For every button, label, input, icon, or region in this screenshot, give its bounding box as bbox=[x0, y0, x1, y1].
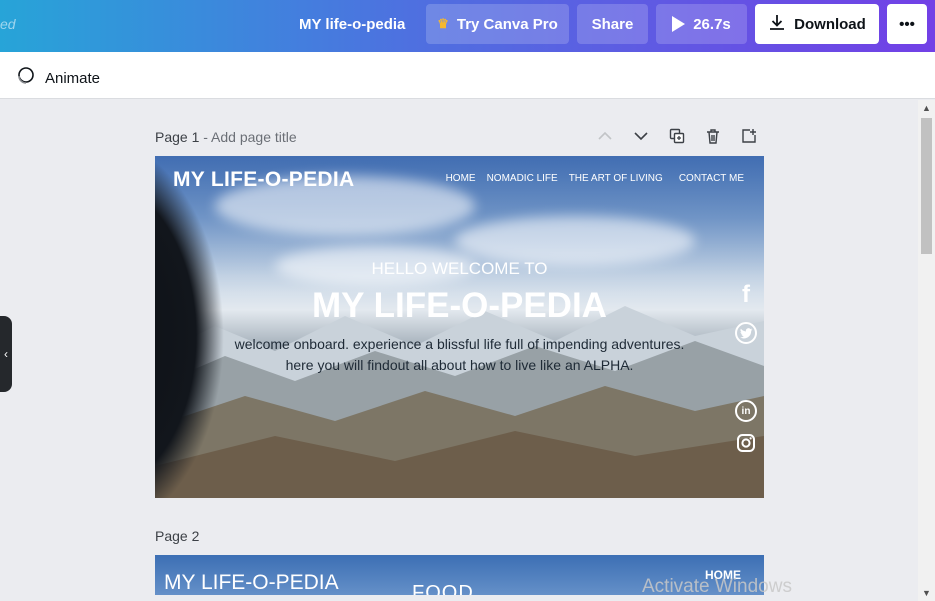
site-brand[interactable]: MY LIFE-O-PEDIA bbox=[173, 168, 354, 192]
facebook-icon[interactable]: f bbox=[735, 281, 757, 308]
page-2-header: Page 2 bbox=[155, 528, 199, 544]
page-title-input[interactable]: - Add page title bbox=[203, 129, 296, 145]
nav-art-of-living[interactable]: THE ART OF LIVING bbox=[569, 173, 663, 184]
share-button[interactable]: Share bbox=[577, 4, 648, 44]
hero-description-line: here you will findout all about how to l… bbox=[285, 357, 634, 373]
chevron-left-icon: ‹ bbox=[4, 347, 8, 361]
instagram-icon[interactable] bbox=[735, 432, 757, 454]
nav-contact-me[interactable]: CONTACT ME bbox=[679, 173, 744, 184]
present-button[interactable]: 26.7s bbox=[656, 4, 747, 44]
page-1-label: Page 1 bbox=[155, 129, 200, 145]
try-canva-pro-label: Try Canva Pro bbox=[456, 15, 558, 33]
animate-icon bbox=[15, 66, 35, 90]
nav-nomadic-life[interactable]: NOMADIC LIFE bbox=[487, 173, 558, 184]
site-nav: HOME NOMADIC LIFE THE ART OF LIVING CONT… bbox=[446, 173, 744, 184]
play-icon bbox=[672, 16, 686, 32]
download-icon bbox=[768, 13, 786, 35]
twitter-icon[interactable] bbox=[735, 322, 757, 344]
side-panel-toggle[interactable]: ‹ bbox=[0, 316, 12, 392]
linkedin-icon[interactable]: in bbox=[735, 400, 757, 422]
scroll-down-arrow-icon[interactable]: ▼ bbox=[918, 585, 935, 601]
scroll-up-arrow-icon[interactable]: ▲ bbox=[918, 100, 935, 116]
chevron-up-icon[interactable] bbox=[596, 127, 614, 145]
document-title[interactable]: MY life-o-pedia bbox=[299, 16, 405, 33]
more-icon: ••• bbox=[899, 15, 915, 33]
page-2-food-heading[interactable]: FOOD bbox=[412, 582, 474, 595]
duplicate-icon[interactable] bbox=[668, 127, 686, 145]
hero-description[interactable]: welcome onboard. experience a blissful l… bbox=[155, 334, 764, 376]
scroll-thumb[interactable] bbox=[921, 118, 932, 254]
add-page-icon[interactable] bbox=[740, 127, 758, 145]
page-1-header: Page 1 - Add page title bbox=[155, 129, 297, 145]
page-tools bbox=[596, 127, 758, 145]
animate-label: Animate bbox=[45, 69, 101, 87]
download-label: Download bbox=[794, 15, 866, 33]
vertical-scrollbar[interactable]: ▲ ▼ bbox=[918, 100, 935, 601]
nav-home[interactable]: HOME bbox=[446, 173, 476, 184]
download-button[interactable]: Download bbox=[755, 4, 879, 44]
page-2-brand[interactable]: MY LIFE-O-PEDIA bbox=[164, 571, 339, 595]
mountain-background bbox=[155, 306, 764, 498]
trash-icon[interactable] bbox=[704, 127, 722, 145]
crown-icon: ♛ bbox=[437, 16, 449, 31]
hero-greeting[interactable]: HELLO WELCOME TO bbox=[155, 259, 764, 279]
try-canva-pro-button[interactable]: ♛ Try Canva Pro bbox=[426, 4, 569, 44]
secondary-toolbar: Animate bbox=[0, 52, 935, 99]
hero-description-line: welcome onboard. experience a blissful l… bbox=[234, 336, 685, 352]
windows-activation-watermark: Activate Windows bbox=[642, 576, 792, 597]
animate-button[interactable]: Animate bbox=[15, 66, 100, 90]
duration-label: 26.7s bbox=[693, 15, 731, 33]
hero-title[interactable]: MY LIFE-O-PEDIA bbox=[155, 286, 764, 326]
more-options-button[interactable]: ••• bbox=[887, 4, 927, 44]
share-label: Share bbox=[591, 15, 634, 33]
save-status: ed bbox=[0, 16, 16, 32]
page-1-canvas[interactable]: MY LIFE-O-PEDIA HOME NOMADIC LIFE THE AR… bbox=[155, 156, 764, 498]
top-toolbar: ed MY life-o-pedia ♛ Try Canva Pro Share… bbox=[0, 0, 935, 52]
page-2-label: Page 2 bbox=[155, 528, 200, 544]
chevron-down-icon[interactable] bbox=[632, 127, 650, 145]
